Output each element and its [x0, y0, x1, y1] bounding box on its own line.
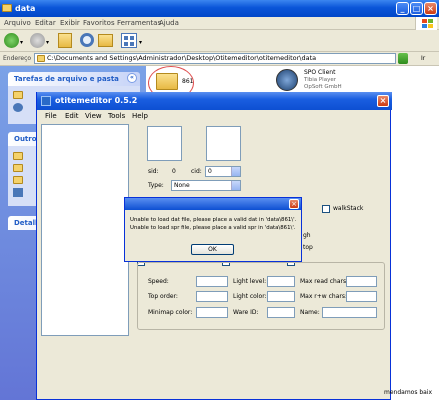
explorer-menu-bar: Arquivo Editar Exibir Favoritos Ferramen… [0, 17, 439, 30]
top-order-label: Top order: [148, 293, 178, 300]
otitemeditor-menu-bar: File Edit View Tools Help [37, 110, 392, 123]
cid-label: cid: [191, 168, 202, 175]
menu-ajuda[interactable]: Ajuda [159, 19, 179, 27]
ok-button[interactable]: OK [191, 244, 234, 255]
sprite-preview-server [147, 126, 182, 161]
go-arrow-icon[interactable] [398, 53, 408, 64]
max-read-chars-label: Max read chars: [300, 278, 349, 285]
forward-dropdown-icon[interactable]: ▾ [46, 39, 49, 46]
spo-client-icon[interactable] [276, 69, 298, 91]
menu-editar[interactable]: Editar [35, 19, 56, 27]
otitemeditor-title-bar[interactable]: otitemeditor 0.5.2 × [37, 92, 392, 110]
minimap-color-label: Minimap color: [148, 309, 193, 316]
sid-label: sid: [148, 168, 159, 175]
explorer-toolbar: ▾ ▾ ▾ [0, 30, 439, 52]
explorer-title: data [15, 4, 36, 13]
light-level-label: Light level: [233, 278, 267, 285]
folder-icon [2, 4, 12, 12]
place-shared-icon [13, 176, 23, 184]
partial-label-top: top [303, 244, 313, 251]
other-panel-title: Outro [14, 135, 37, 143]
back-icon[interactable] [4, 33, 19, 48]
name-label: Name: [300, 309, 320, 316]
tasks-panel-header[interactable]: Tarefas de arquivo e pasta « [8, 72, 140, 86]
dialog-close-button[interactable]: × [289, 199, 299, 209]
minimize-button[interactable]: _ [396, 2, 409, 15]
windows-logo-icon [415, 17, 437, 30]
search-icon[interactable] [80, 33, 94, 47]
walkstack-label: walkStack [333, 205, 364, 212]
chevron-down-icon[interactable] [231, 181, 240, 190]
dialog-title-bar[interactable]: × [125, 198, 301, 210]
tasks-panel-title: Tarefas de arquivo e pasta [14, 75, 119, 83]
dialog-message-line-1: Unable to load dat file, please place a … [130, 217, 297, 223]
light-color-label: Light color: [233, 293, 267, 300]
max-write-chars-input[interactable] [346, 291, 377, 302]
dialog-message: Unable to load dat file, please place a … [130, 216, 300, 232]
max-read-chars-input[interactable] [346, 276, 377, 287]
type-select[interactable]: None [171, 180, 241, 191]
spo-desc: Tibia Player [304, 77, 336, 83]
explorer-title-bar[interactable]: data _ □ × [0, 0, 439, 17]
up-folder-icon[interactable] [58, 33, 72, 48]
go-label[interactable]: Ir [421, 55, 425, 62]
speed-input[interactable] [196, 276, 228, 287]
light-level-input[interactable] [267, 276, 295, 287]
app-icon [41, 96, 51, 106]
item-list[interactable] [41, 124, 129, 336]
top-order-input[interactable] [196, 291, 228, 302]
name-input[interactable] [322, 307, 377, 318]
partial-label-gh: gh [303, 232, 311, 239]
minimap-color-input[interactable] [196, 307, 228, 318]
task-globe-icon [13, 103, 23, 112]
walkstack-checkbox[interactable] [322, 205, 330, 213]
spo-company: OpSoft GmbH [304, 84, 342, 90]
menu-favoritos[interactable]: Favoritos [83, 19, 115, 27]
otitemeditor-title: otitemeditor 0.5.2 [55, 96, 138, 105]
address-label: Endereço [3, 55, 32, 62]
close-button[interactable]: × [424, 2, 437, 15]
views-icon[interactable] [121, 33, 137, 48]
sprite-preview-client [206, 126, 241, 161]
menu-arquivo[interactable]: Arquivo [4, 19, 31, 27]
folders-icon[interactable] [98, 34, 113, 47]
place-folder-icon [13, 152, 23, 160]
stepper-arrows-icon[interactable] [231, 167, 240, 176]
menu-view[interactable]: View [85, 112, 102, 120]
cid-value: 0 [208, 168, 212, 175]
sid-value: 0 [172, 168, 176, 175]
type-value: None [174, 182, 190, 189]
dialog-message-line-2: Unable to load spr file, please place a … [130, 225, 296, 231]
address-bar: Endereço C:\Documents and Settings\Admin… [0, 52, 439, 66]
menu-ferramentas[interactable]: Ferramentas [117, 19, 161, 27]
type-label: Type: [148, 182, 164, 189]
error-dialog: × Unable to load dat file, please place … [124, 197, 302, 262]
address-folder-icon [37, 55, 45, 62]
task-folder-icon [13, 91, 23, 99]
speed-label: Speed: [148, 278, 169, 285]
ware-id-input[interactable] [267, 307, 295, 318]
menu-edit[interactable]: Edit [65, 112, 79, 120]
background-partial-text: mendamos baix [384, 389, 433, 396]
max-write-chars-label: Max r+w chars: [300, 293, 348, 300]
ware-id-label: Ware ID: [233, 309, 259, 316]
address-value: C:\Documents and Settings\Administrador\… [47, 54, 317, 62]
address-input[interactable]: C:\Documents and Settings\Administrador\… [34, 53, 396, 64]
place-docs-icon [13, 164, 23, 172]
menu-exibir[interactable]: Exibir [60, 19, 80, 27]
place-computer-icon [13, 188, 23, 197]
back-dropdown-icon[interactable]: ▾ [20, 39, 23, 46]
cid-stepper[interactable]: 0 [205, 166, 241, 177]
menu-help[interactable]: Help [132, 112, 148, 120]
menu-tools[interactable]: Tools [108, 112, 125, 120]
light-color-input[interactable] [267, 291, 295, 302]
collapse-icon[interactable]: « [127, 73, 137, 83]
menu-file[interactable]: File [45, 112, 57, 120]
maximize-button[interactable]: □ [410, 2, 423, 15]
spo-name[interactable]: SPO Client [304, 69, 335, 76]
views-dropdown-icon[interactable]: ▾ [139, 39, 142, 46]
otitemeditor-close-button[interactable]: × [377, 95, 389, 107]
forward-icon[interactable] [30, 33, 45, 48]
